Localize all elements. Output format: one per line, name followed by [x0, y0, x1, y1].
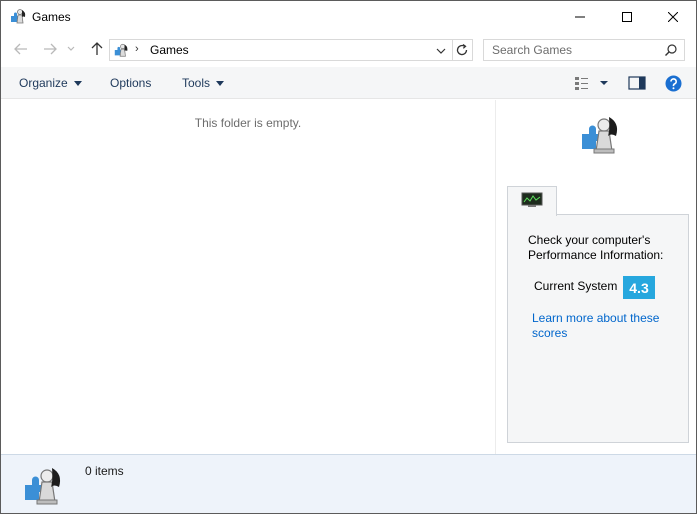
maximize-icon: [622, 11, 632, 22]
caret-down-icon: [73, 80, 82, 86]
performance-heading: Check your computer's Performance Inform…: [528, 233, 664, 262]
help-icon[interactable]: [665, 75, 682, 92]
tools-label: Tools: [182, 76, 211, 90]
refresh-icon[interactable]: [454, 42, 470, 58]
minimize-icon: [575, 16, 585, 17]
maximize-button[interactable]: [604, 1, 650, 32]
address-bar[interactable]: › Games: [109, 39, 473, 61]
explorer-window: Games › Games Search Games Organize Opti…: [0, 0, 697, 514]
search-icon[interactable]: [664, 43, 678, 57]
performance-panel: Check your computer's Performance Inform…: [507, 214, 689, 443]
learn-more-link[interactable]: Learn more about these scores: [532, 311, 682, 341]
window-title: Games: [32, 10, 71, 24]
organize-button[interactable]: Organize: [19, 76, 82, 90]
options-label: Options: [110, 76, 152, 90]
view-options-icon[interactable]: [574, 75, 610, 91]
minimize-button[interactable]: [557, 1, 603, 32]
forward-arrow-icon: [44, 43, 57, 55]
games-chess-icon: [582, 117, 618, 154]
close-icon: [668, 11, 678, 22]
back-button[interactable]: [11, 40, 31, 58]
monitor-icon: [521, 192, 543, 207]
games-explorer-pane: Check your computer's Performance Inform…: [495, 100, 696, 454]
empty-folder-message: This folder is empty.: [194, 116, 302, 130]
command-bar: Organize Options Tools: [1, 67, 696, 99]
navigation-bar: › Games: [1, 32, 696, 67]
divider: [452, 40, 453, 60]
recent-locations-button[interactable]: [64, 40, 78, 58]
up-arrow-icon: [91, 42, 103, 55]
chevron-down-icon[interactable]: [434, 44, 448, 58]
close-button[interactable]: [650, 1, 696, 32]
organize-label: Organize: [19, 76, 68, 90]
item-count: 0 items: [85, 464, 124, 478]
file-list-area[interactable]: This folder is empty.: [1, 100, 495, 454]
games-chess-icon: [11, 9, 26, 24]
caret-down-icon: [216, 80, 225, 86]
forward-button[interactable]: [40, 40, 60, 58]
current-system-label: Current System: [534, 279, 618, 293]
title-bar: Games: [1, 1, 696, 32]
details-pane: 0 items: [1, 454, 696, 513]
games-chess-icon: [25, 468, 61, 505]
tab-performance[interactable]: [507, 186, 557, 216]
breadcrumb-separator[interactable]: ›: [135, 43, 139, 55]
search-box[interactable]: [483, 39, 685, 61]
recent-chevron-icon: [67, 46, 75, 51]
tools-button[interactable]: Tools: [182, 76, 225, 90]
options-button[interactable]: Options: [110, 76, 151, 90]
search-input[interactable]: [484, 40, 664, 60]
back-arrow-icon: [14, 43, 27, 55]
breadcrumb-location[interactable]: Games: [150, 43, 189, 57]
preview-pane-icon[interactable]: [628, 75, 646, 91]
performance-score-badge: 4.3: [623, 276, 655, 299]
games-chess-icon: [114, 43, 128, 57]
up-button[interactable]: [87, 40, 107, 58]
